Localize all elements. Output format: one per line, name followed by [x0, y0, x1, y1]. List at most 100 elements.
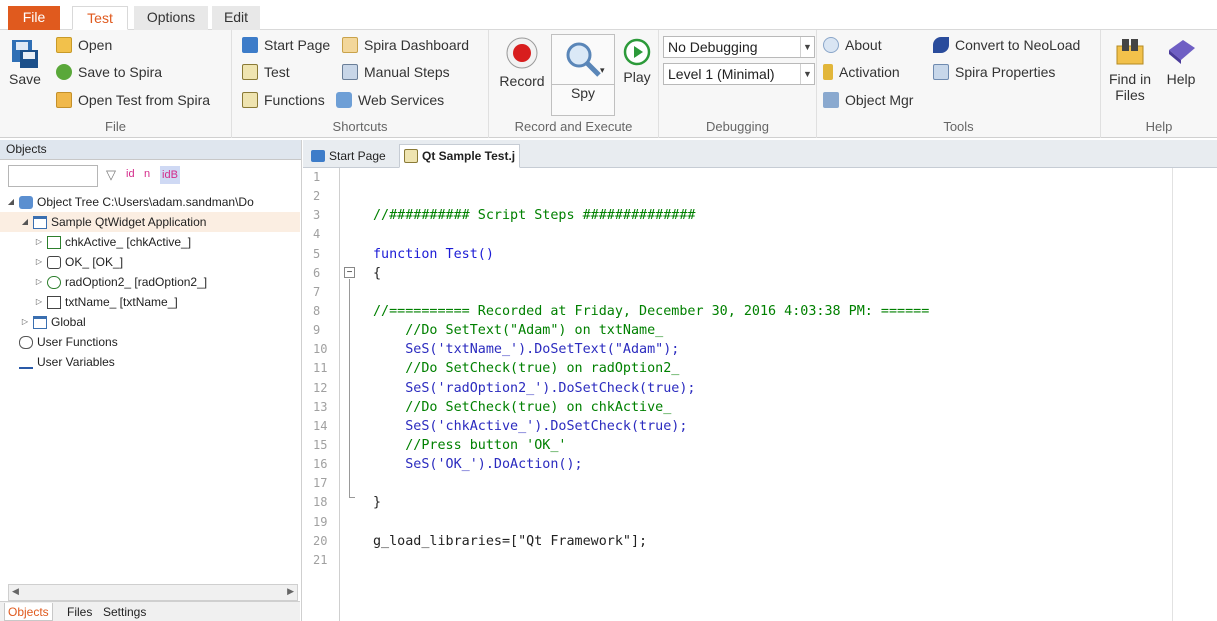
fold-guide-line: [349, 279, 350, 498]
save-to-spira-button[interactable]: Save to Spira: [56, 64, 162, 80]
line-number: 3: [313, 208, 321, 223]
spira-dashboard-label: Spira Dashboard: [364, 37, 470, 53]
record-button[interactable]: Record: [497, 36, 547, 89]
fold-collapse-icon[interactable]: −: [344, 267, 355, 278]
spira-properties-button[interactable]: Spira Properties: [933, 64, 1055, 80]
spy-dropdown-icon[interactable]: ▾: [600, 65, 605, 76]
filter-icon[interactable]: ▽: [106, 167, 116, 183]
open-button[interactable]: Open: [56, 37, 112, 53]
debug-level-select[interactable]: Level 1 (Minimal) ▼: [663, 63, 815, 85]
code-line: //Press button 'OK_': [373, 437, 567, 453]
spy-button[interactable]: ▾ Spy: [551, 34, 615, 116]
checkbox-icon: [47, 235, 61, 249]
debug-mode-select[interactable]: No Debugging ▼: [663, 36, 815, 58]
tree-node[interactable]: ◢ Sample QtWidget Application: [0, 212, 300, 232]
convert-neoload-button[interactable]: Convert to NeoLoad: [933, 37, 1080, 53]
start-page-button[interactable]: Start Page: [242, 37, 330, 53]
document-tabs: Start Page Qt Sample Test.j: [303, 140, 1217, 168]
line-number: 15: [313, 437, 328, 452]
filter-idb-toggle[interactable]: idB: [160, 166, 180, 184]
menu-tab-file[interactable]: File: [8, 6, 60, 30]
doc-tab-start-page[interactable]: Start Page: [307, 144, 390, 168]
activation-button[interactable]: Activation: [823, 64, 900, 80]
object-mgr-button[interactable]: Object Mgr: [823, 92, 913, 108]
manual-steps-button[interactable]: Manual Steps: [342, 64, 450, 80]
menu-tab-edit[interactable]: Edit: [212, 6, 260, 30]
code-line: SeS('OK_').DoAction();: [373, 457, 583, 473]
play-label: Play: [623, 69, 651, 85]
tree-horizontal-scrollbar[interactable]: ◀ ▶: [8, 584, 298, 601]
spira-dashboard-button[interactable]: Spira Dashboard: [342, 37, 469, 53]
tree-node[interactable]: ▷ chkActive_ [chkActive_]: [0, 232, 300, 252]
about-icon: [823, 37, 839, 53]
scroll-right-icon[interactable]: ▶: [287, 586, 294, 597]
collapse-arrow-icon[interactable]: ◢: [6, 192, 16, 212]
expand-arrow-icon[interactable]: ▷: [34, 272, 44, 292]
line-number: 19: [313, 514, 328, 529]
line-number: 2: [313, 189, 321, 204]
tree-node-label: radOption2_ [radOption2_]: [65, 275, 208, 289]
test-shortcut-label: Test: [264, 64, 290, 80]
open-label: Open: [78, 37, 113, 53]
expand-arrow-icon[interactable]: ▷: [34, 292, 44, 312]
code-line: SeS('chkActive_').DoSetCheck(true);: [373, 418, 688, 434]
about-button[interactable]: About: [823, 37, 882, 53]
menu-tab-test[interactable]: Test: [72, 6, 128, 30]
web-services-icon: [336, 92, 352, 108]
menu-bar: File Test Options Edit: [0, 0, 1217, 30]
group-label-record: Record and Execute: [514, 119, 633, 134]
code-line: {: [373, 265, 382, 281]
bottom-tab-files[interactable]: Files: [64, 603, 95, 621]
objects-filter-input[interactable]: [8, 165, 98, 187]
play-button[interactable]: Play: [617, 38, 657, 85]
folder-spira-icon: [56, 92, 72, 108]
open-from-spira-label: Open Test from Spira: [78, 92, 211, 108]
group-label-debugging: Debugging: [706, 119, 769, 134]
expand-arrow-icon[interactable]: ▷: [34, 252, 44, 272]
properties-icon: [933, 64, 949, 80]
scroll-left-icon[interactable]: ◀: [12, 586, 19, 597]
expand-arrow-icon[interactable]: ▷: [34, 232, 44, 252]
chevron-down-icon[interactable]: ▼: [800, 37, 814, 57]
tree-node[interactable]: ▷ txtName_ [txtName_]: [0, 292, 300, 312]
menu-tab-options[interactable]: Options: [134, 6, 208, 30]
web-services-button[interactable]: Web Services: [336, 92, 444, 108]
ribbon-group-record: Record ▾ Spy Play Record and Execute: [489, 30, 659, 138]
key-icon: [823, 64, 833, 80]
tree-node-label: Sample QtWidget Application: [51, 215, 207, 229]
filter-n-toggle[interactable]: n: [144, 168, 150, 180]
collapse-arrow-icon[interactable]: ◢: [20, 212, 30, 232]
bracket-icon: B: [170, 169, 178, 181]
test-shortcut-button[interactable]: Test: [242, 64, 290, 80]
open-from-spira-button[interactable]: Open Test from Spira: [56, 92, 210, 108]
tree-node[interactable]: ▷ Global: [0, 312, 300, 332]
save-icon: [12, 40, 38, 68]
bottom-tab-objects[interactable]: Objects: [4, 603, 53, 621]
fold-margin: −: [339, 168, 371, 621]
expand-arrow-icon[interactable]: ▷: [20, 312, 30, 332]
find-in-files-button[interactable]: Find in Files: [1105, 36, 1155, 103]
chevron-down-icon[interactable]: ▼: [800, 64, 814, 84]
save-button[interactable]: Save: [8, 38, 42, 87]
bottom-tab-settings[interactable]: Settings: [100, 603, 149, 621]
tree-node[interactable]: User Variables: [0, 352, 300, 372]
ribbon-group-tools: About Convert to NeoLoad Activation Spir…: [817, 30, 1101, 138]
tree-node[interactable]: ▷ radOption2_ [radOption2_]: [0, 272, 300, 292]
tree-node[interactable]: User Functions: [0, 332, 300, 352]
filter-id-toggle[interactable]: id: [126, 168, 135, 180]
tree-node-label: txtName_ [txtName_]: [65, 295, 178, 309]
doc-tab-qt-sample-test[interactable]: Qt Sample Test.j: [399, 144, 521, 168]
tree-root-icon: [19, 195, 33, 209]
help-button[interactable]: Help: [1159, 36, 1203, 87]
ribbon-group-debugging: No Debugging ▼ Level 1 (Minimal) ▼ Debug…: [659, 30, 817, 138]
functions-button[interactable]: Functions: [242, 92, 325, 108]
variables-icon: [19, 356, 33, 369]
tree-node[interactable]: ▷ OK_ [OK_]: [0, 252, 300, 272]
code-area[interactable]: //########## Script Steps ##############…: [373, 168, 1173, 570]
tree-node[interactable]: ◢ Object Tree C:\Users\adam.sandman\Do: [0, 192, 300, 212]
line-number: 14: [313, 418, 328, 433]
start-page-icon: [311, 150, 325, 162]
